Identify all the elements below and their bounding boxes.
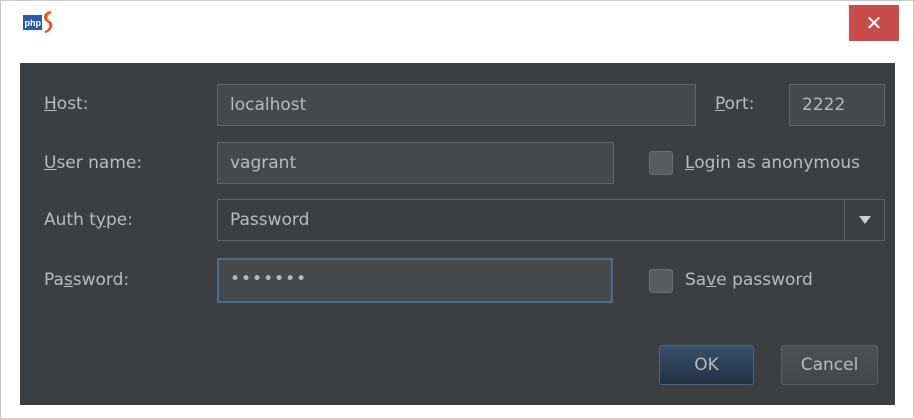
close-button[interactable]: ✕ bbox=[849, 5, 899, 41]
password-masked-value: ••••••• bbox=[230, 269, 308, 289]
svg-text:php: php bbox=[25, 18, 42, 28]
password-label: Password: bbox=[44, 270, 130, 290]
host-label: Host: bbox=[44, 94, 89, 114]
ok-button[interactable]: OK bbox=[659, 345, 754, 385]
auth-type-label: Auth type: bbox=[44, 210, 133, 230]
cancel-button[interactable]: Cancel bbox=[781, 345, 878, 385]
password-input[interactable]: ••••••• bbox=[217, 258, 613, 303]
save-password-label[interactable]: Save password bbox=[685, 269, 813, 291]
dropdown-arrow-icon[interactable] bbox=[844, 200, 884, 240]
form-panel: Host: localhost Port: 2222 User name: va… bbox=[20, 63, 895, 405]
php-storm-icon: php bbox=[23, 10, 57, 34]
auth-type-select[interactable]: Password bbox=[217, 199, 885, 241]
port-input[interactable]: 2222 bbox=[789, 84, 885, 126]
close-icon: ✕ bbox=[865, 11, 883, 35]
username-label: User name: bbox=[44, 153, 143, 173]
anonymous-checkbox[interactable] bbox=[649, 151, 673, 175]
auth-type-value: Password bbox=[230, 210, 310, 230]
ftp-connection-dialog: php ✕ Host: localhost Port: 2222 User na… bbox=[0, 0, 914, 419]
anonymous-label[interactable]: Login as anonymous bbox=[685, 152, 860, 174]
port-label: Port: bbox=[715, 94, 755, 114]
host-input[interactable]: localhost bbox=[217, 84, 696, 126]
save-password-checkbox[interactable] bbox=[649, 269, 673, 293]
username-input[interactable]: vagrant bbox=[217, 142, 614, 184]
title-bar: php ✕ bbox=[1, 1, 913, 45]
